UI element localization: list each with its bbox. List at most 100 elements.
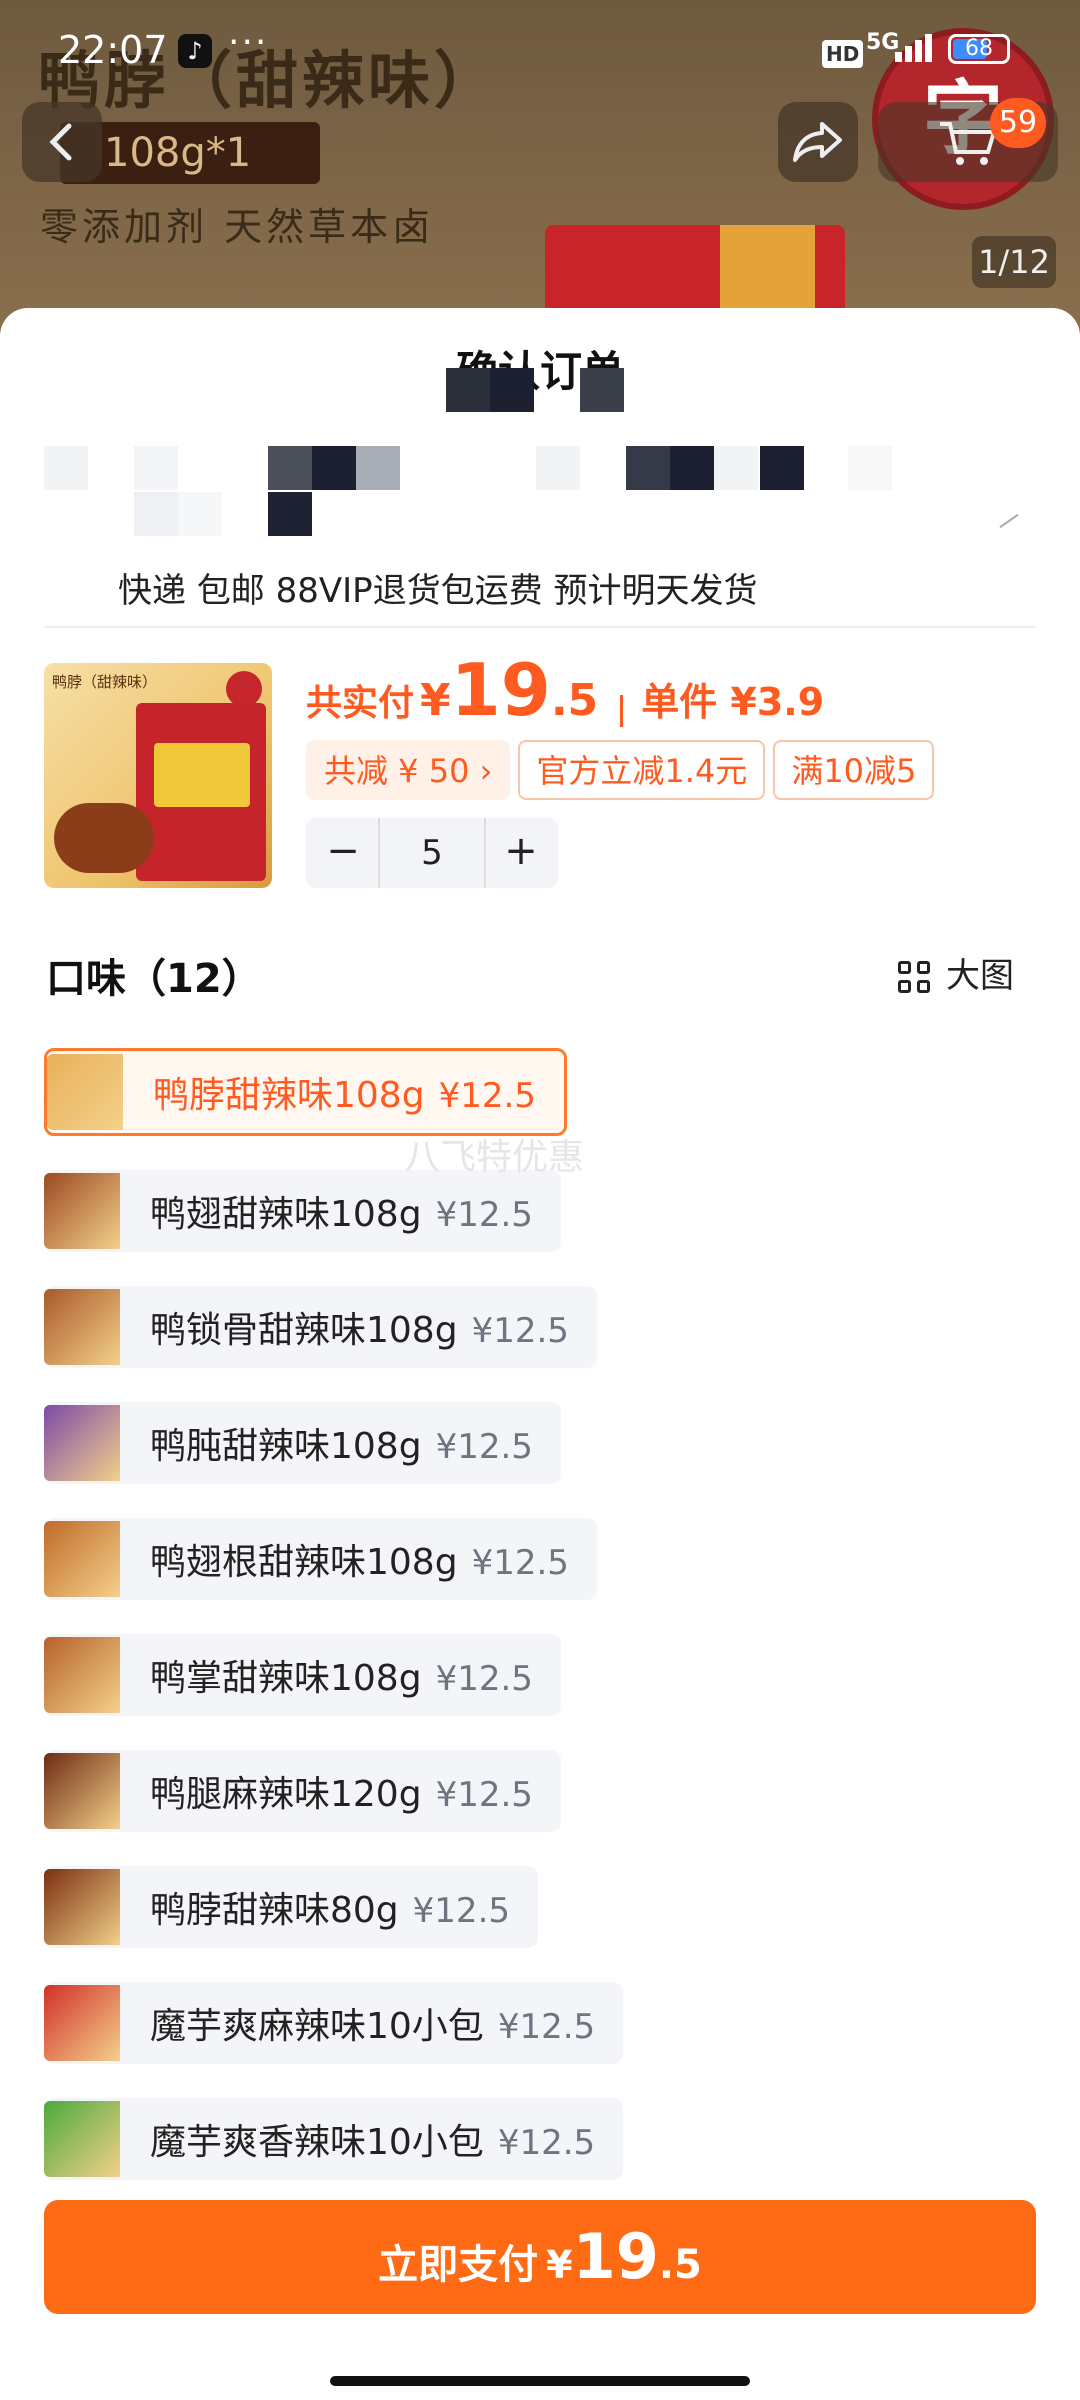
flavor-option-text: 鸭掌甜辣味108g ¥12.5 bbox=[120, 1634, 561, 1716]
flavor-thumbnail bbox=[44, 1753, 120, 1829]
threshold-discount-chip: 满10减5 bbox=[773, 740, 935, 800]
confirm-order-sheet: 确认订单 快递 包邮 88VIP退货包运费 预计明天发货 鸭脖（甜辣味） 共实付… bbox=[0, 308, 1080, 2400]
share-button[interactable] bbox=[778, 102, 858, 182]
flavor-option-price: ¥12.5 bbox=[412, 1891, 511, 1931]
pay-now-amount-decimal: .5 bbox=[658, 2242, 702, 2288]
total-pay-label: 共实付 bbox=[306, 683, 415, 724]
flavor-option[interactable]: 魔芋爽麻辣味10小包 ¥12.5 bbox=[44, 1982, 624, 2064]
flavor-option-text: 鸭脖甜辣味108g ¥12.5 bbox=[123, 1051, 564, 1133]
flavor-section-title: 口味（12） bbox=[46, 956, 262, 1002]
thumbnail-title: 鸭脖（甜辣味） bbox=[52, 673, 158, 691]
flavor-option-image bbox=[44, 1750, 120, 1832]
flavor-thumbnail bbox=[44, 2101, 120, 2177]
total-amount-decimal: .5 bbox=[550, 675, 599, 726]
more-notifications-icon: ··· bbox=[228, 22, 269, 63]
address-edit-icon[interactable] bbox=[999, 513, 1019, 529]
status-bar: 22:07 ♪ ··· HD 5G 68 bbox=[0, 0, 1080, 100]
cart-icon bbox=[940, 122, 997, 165]
thumbnail-seal bbox=[226, 671, 262, 707]
quantity-value[interactable]: 5 bbox=[378, 818, 486, 888]
flavor-option-image bbox=[44, 1982, 120, 2064]
shipping-info: 快递 包邮 88VIP退货包运费 预计明天发货 bbox=[118, 571, 758, 611]
hd-voice-icon: HD bbox=[822, 40, 864, 68]
flavor-option-image bbox=[44, 2098, 120, 2180]
quantity-increase-button[interactable]: + bbox=[486, 818, 556, 888]
official-discount-chip: 官方立减1.4元 bbox=[518, 740, 766, 800]
price-separator bbox=[620, 694, 624, 727]
flavor-option-name: 魔芋爽麻辣味10小包 bbox=[150, 2006, 484, 2047]
flavor-option-image bbox=[44, 1634, 120, 1716]
back-chevron-icon bbox=[49, 123, 72, 161]
flavor-thumbnail bbox=[44, 1173, 120, 1249]
quantity-decrease-button[interactable]: − bbox=[308, 818, 378, 888]
back-button[interactable] bbox=[22, 102, 102, 182]
flavor-option-price: ¥12.5 bbox=[497, 2007, 596, 2047]
flavor-option-text: 鸭翅甜辣味108g ¥12.5 bbox=[120, 1170, 561, 1252]
flavor-option-image bbox=[44, 1286, 120, 1368]
flavor-option-price: ¥12.5 bbox=[435, 1659, 533, 1699]
status-time: 22:07 bbox=[58, 28, 168, 72]
image-pager: 1/12 bbox=[972, 236, 1056, 288]
flavor-options: 鸭脖甜辣味108g ¥12.5 鸭翅甜辣味108g ¥12.5 鸭锁骨甜辣味108g ¥1… bbox=[44, 1048, 624, 2214]
flavor-option-text: 鸭锁骨甜辣味108g ¥12.5 bbox=[120, 1286, 597, 1368]
flavor-option-image bbox=[44, 1170, 120, 1252]
quantity-stepper: − 5 + bbox=[306, 818, 558, 888]
flavor-option[interactable]: 鸭掌甜辣味108g ¥12.5 bbox=[44, 1634, 561, 1716]
flavor-option-price: ¥12.5 bbox=[435, 1195, 533, 1235]
thumbnail-package-label bbox=[154, 743, 250, 807]
home-indicator[interactable] bbox=[330, 2376, 750, 2386]
flavor-option-image bbox=[44, 1866, 120, 1948]
flavor-thumbnail bbox=[44, 1521, 120, 1597]
battery-level: 68 bbox=[965, 36, 993, 61]
flavor-option-text: 魔芋爽香辣味10小包 ¥12.5 bbox=[120, 2098, 623, 2180]
pay-now-currency: ¥ bbox=[546, 2243, 573, 2287]
flavor-option-name: 鸭翅根甜辣味108g bbox=[150, 1542, 458, 1583]
flavor-option[interactable]: 鸭肫甜辣味108g ¥12.5 bbox=[44, 1402, 561, 1484]
flavor-option-name: 鸭翅甜辣味108g bbox=[150, 1194, 422, 1235]
flavor-option[interactable]: 鸭脖甜辣味108g ¥12.5 bbox=[44, 1048, 567, 1136]
flavor-option-text: 鸭肫甜辣味108g ¥12.5 bbox=[120, 1402, 561, 1484]
flavor-option-text: 鸭脖甜辣味80g ¥12.5 bbox=[120, 1866, 538, 1948]
flavor-option[interactable]: 鸭脖甜辣味80g ¥12.5 bbox=[44, 1866, 539, 1948]
flavor-thumbnail bbox=[44, 1869, 120, 1945]
tiktok-notification-icon: ♪ bbox=[178, 34, 212, 68]
flavor-thumbnail bbox=[44, 1289, 120, 1365]
product-slogan: 零添加剂 天然草本卤 bbox=[40, 205, 435, 249]
flavor-option-price: ¥12.5 bbox=[497, 2123, 596, 2163]
flavor-option-price: ¥12.5 bbox=[435, 1775, 533, 1815]
share-icon bbox=[793, 122, 842, 162]
battery-icon: 68 bbox=[948, 34, 1010, 64]
thumbnail-food bbox=[54, 803, 154, 873]
flavor-option-text: 魔芋爽麻辣味10小包 ¥12.5 bbox=[120, 1982, 623, 2064]
flavor-option-price: ¥12.5 bbox=[471, 1543, 569, 1583]
total-discount-chip[interactable]: 共减 ¥ 50 › bbox=[306, 740, 511, 800]
flavor-option-name: 鸭掌甜辣味108g bbox=[150, 1658, 422, 1699]
flavor-option[interactable]: 鸭翅根甜辣味108g ¥12.5 bbox=[44, 1518, 597, 1600]
flavor-option-name: 鸭锁骨甜辣味108g bbox=[150, 1310, 458, 1351]
flavor-option[interactable]: 鸭翅甜辣味108g ¥12.5 bbox=[44, 1170, 561, 1252]
product-thumbnail[interactable]: 鸭脖（甜辣味） bbox=[44, 663, 272, 888]
flavor-option-price: ¥12.5 bbox=[438, 1076, 536, 1116]
big-view-label: 大图 bbox=[946, 956, 1014, 996]
pay-now-label: 立即支付 bbox=[378, 2242, 539, 2288]
flavor-option[interactable]: 魔芋爽香辣味10小包 ¥12.5 bbox=[44, 2098, 624, 2180]
signal-strength-icon bbox=[895, 34, 935, 62]
flavor-option-name: 鸭肫甜辣味108g bbox=[150, 1426, 422, 1467]
flavor-option-name: 鸭脖甜辣味80g bbox=[150, 1890, 399, 1931]
flavor-option-price: ¥12.5 bbox=[435, 1427, 533, 1467]
pay-now-amount: 19 bbox=[572, 2220, 659, 2293]
unit-price: 单件 ¥3.9 bbox=[641, 680, 825, 724]
flavor-thumbnail bbox=[47, 1054, 123, 1130]
flavor-option[interactable]: 鸭腿麻辣味120g ¥12.5 bbox=[44, 1750, 561, 1832]
total-payment-line: 共实付 ¥19.5 单件 ¥3.9 bbox=[306, 648, 824, 732]
cart-count-badge: 59 bbox=[990, 98, 1046, 148]
grid-icon bbox=[898, 960, 932, 995]
flavor-option[interactable]: 鸭锁骨甜辣味108g ¥12.5 bbox=[44, 1286, 597, 1368]
total-amount: 19 bbox=[450, 648, 551, 732]
flavor-option-image bbox=[44, 1402, 120, 1484]
sheet-title: 确认订单 bbox=[455, 347, 624, 396]
flavor-thumbnail bbox=[44, 1637, 120, 1713]
pay-now-button[interactable]: 立即支付 ¥19.5 bbox=[44, 2200, 1036, 2314]
big-view-toggle[interactable]: 大图 bbox=[898, 948, 1014, 997]
flavor-option-text: 鸭翅根甜辣味108g ¥12.5 bbox=[120, 1518, 597, 1600]
